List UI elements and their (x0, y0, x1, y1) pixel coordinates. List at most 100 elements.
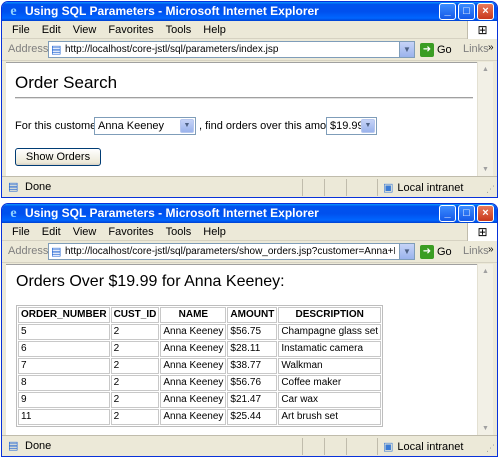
menu-help[interactable]: Help (197, 21, 232, 39)
go-button[interactable]: ➜ Go (420, 244, 452, 260)
table-row: 7 2 Anna Keeney $38.77 Walkman (18, 358, 382, 374)
page-content: Orders Over $19.99 for Anna Keeney: ORDE… (6, 264, 479, 436)
chevron-down-icon[interactable]: ▼ (361, 119, 375, 133)
resize-grip-icon[interactable]: ⋰ (486, 443, 495, 454)
cell-description: Instamatic camera (278, 341, 382, 357)
status-text: Done (25, 440, 52, 452)
table-row: 9 2 Anna Keeney $21.47 Car wax (18, 392, 382, 408)
column-header: CUST_ID (110, 307, 160, 323)
title-bar[interactable]: e Using SQL Parameters - Microsoft Inter… (2, 204, 497, 223)
cell-description: Champagne glass set (278, 324, 382, 340)
table-row: 5 2 Anna Keeney $56.75 Champagne glass s… (18, 324, 382, 340)
menu-file[interactable]: File (6, 223, 36, 241)
links-button[interactable]: Links (463, 245, 489, 257)
browser-window-order-search: e Using SQL Parameters - Microsoft Inter… (1, 1, 498, 198)
page-icon: ▤ (51, 44, 62, 56)
minimize-button[interactable]: _ (439, 205, 456, 222)
cell-amount: $56.75 (227, 324, 278, 340)
windows-logo-icon: ⊞ (467, 21, 497, 39)
chevron-down-icon[interactable]: ▼ (180, 119, 194, 133)
maximize-button[interactable]: □ (458, 205, 475, 222)
column-header: ORDER_NUMBER (18, 307, 110, 323)
menu-favorites[interactable]: Favorites (102, 223, 159, 241)
status-divider (377, 179, 378, 196)
cell-amount: $28.11 (227, 341, 278, 357)
go-arrow-icon: ➜ (420, 245, 434, 259)
customer-select[interactable]: Anna Keeney ▼ (94, 117, 196, 135)
vertical-scrollbar[interactable]: ▲ ▼ (477, 62, 493, 177)
address-bar: Address ▤ http://localhost/core-jstl/sql… (2, 39, 497, 61)
minimize-button[interactable]: _ (439, 3, 456, 20)
vertical-scrollbar[interactable]: ▲ ▼ (477, 264, 493, 436)
menu-edit[interactable]: Edit (36, 21, 67, 39)
page-done-icon: ▤ (8, 440, 19, 452)
scroll-up-icon[interactable]: ▲ (478, 264, 493, 279)
amount-select[interactable]: $19.99 ▼ (326, 117, 377, 135)
cell-cust-id: 2 (110, 375, 160, 391)
cell-cust-id: 2 (110, 392, 160, 408)
status-divider (346, 438, 347, 455)
table-row: 6 2 Anna Keeney $28.11 Instamatic camera (18, 341, 382, 357)
menu-edit[interactable]: Edit (36, 223, 67, 241)
address-url[interactable]: http://localhost/core-jstl/sql/parameter… (65, 246, 395, 257)
scroll-down-icon[interactable]: ▼ (478, 162, 493, 177)
intranet-icon: ▣ (383, 441, 394, 453)
page-done-icon: ▤ (8, 181, 19, 193)
status-divider (377, 438, 378, 455)
address-dropdown-icon[interactable]: ▼ (399, 42, 414, 57)
address-input[interactable]: ▤ http://localhost/core-jstl/sql/paramet… (48, 243, 415, 260)
scroll-up-icon[interactable]: ▲ (478, 62, 493, 77)
cell-name: Anna Keeney (160, 409, 227, 425)
status-text: Done (25, 181, 52, 193)
table-header-row: ORDER_NUMBER CUST_ID NAME AMOUNT DESCRIP… (18, 307, 382, 323)
address-dropdown-icon[interactable]: ▼ (399, 244, 414, 259)
maximize-button[interactable]: □ (458, 3, 475, 20)
divider (15, 97, 473, 99)
status-divider (302, 179, 303, 196)
window-title: Using SQL Parameters - Microsoft Interne… (25, 4, 319, 18)
chevron-right-icon[interactable]: » (488, 42, 494, 53)
table-row: 11 2 Anna Keeney $25.44 Art brush set (18, 409, 382, 425)
cell-name: Anna Keeney (160, 358, 227, 374)
address-label: Address (8, 245, 49, 257)
resize-grip-icon[interactable]: ⋰ (486, 184, 495, 195)
address-url[interactable]: http://localhost/core-jstl/sql/parameter… (65, 44, 395, 55)
links-button[interactable]: Links (463, 43, 489, 55)
menu-view[interactable]: View (67, 223, 103, 241)
cell-cust-id: 2 (110, 341, 160, 357)
window-title: Using SQL Parameters - Microsoft Interne… (25, 206, 319, 220)
cell-order-number: 9 (18, 392, 110, 408)
show-orders-button[interactable]: Show Orders (15, 148, 101, 166)
go-button[interactable]: ➜ Go (420, 42, 452, 58)
scroll-down-icon[interactable]: ▼ (478, 421, 493, 436)
menu-favorites[interactable]: Favorites (102, 21, 159, 39)
go-label: Go (437, 246, 452, 258)
menu-file[interactable]: File (6, 21, 36, 39)
ie-icon: e (10, 206, 17, 221)
address-input[interactable]: ▤ http://localhost/core-jstl/sql/paramet… (48, 41, 415, 58)
status-divider (302, 438, 303, 455)
windows-logo-icon: ⊞ (467, 223, 497, 241)
status-bar: ▤ Done ▣ Local intranet ⋰ (2, 176, 497, 197)
browser-window-show-orders: e Using SQL Parameters - Microsoft Inter… (1, 203, 498, 457)
menu-help[interactable]: Help (197, 223, 232, 241)
cell-order-number: 8 (18, 375, 110, 391)
menu-tools[interactable]: Tools (160, 223, 198, 241)
title-bar[interactable]: e Using SQL Parameters - Microsoft Inter… (2, 2, 497, 21)
cell-order-number: 5 (18, 324, 110, 340)
cell-description: Walkman (278, 358, 382, 374)
cell-order-number: 7 (18, 358, 110, 374)
chevron-right-icon[interactable]: » (488, 244, 494, 255)
cell-order-number: 6 (18, 341, 110, 357)
security-zone: ▣ Local intranet (383, 440, 463, 454)
cell-description: Art brush set (278, 409, 382, 425)
cell-amount: $21.47 (227, 392, 278, 408)
close-button[interactable]: × (477, 205, 494, 222)
menu-tools[interactable]: Tools (160, 21, 198, 39)
go-arrow-icon: ➜ (420, 43, 434, 57)
close-button[interactable]: × (477, 3, 494, 20)
menu-view[interactable]: View (67, 21, 103, 39)
cell-name: Anna Keeney (160, 324, 227, 340)
table-row: 8 2 Anna Keeney $56.76 Coffee maker (18, 375, 382, 391)
column-header: AMOUNT (227, 307, 278, 323)
